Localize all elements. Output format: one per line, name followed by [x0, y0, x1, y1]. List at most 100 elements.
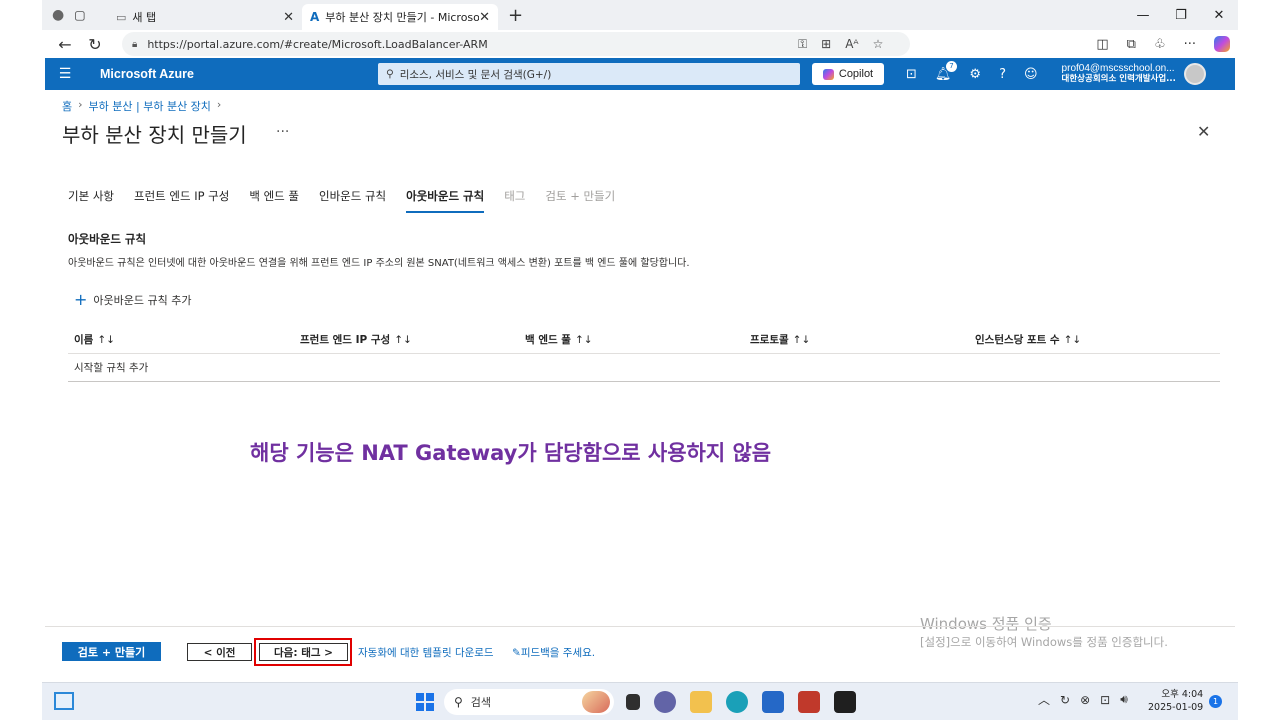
tab-outbound-rules[interactable]: 아웃바운드 규칙 [406, 188, 485, 213]
feedback-icon[interactable]: ☺ [1024, 67, 1038, 82]
wizard-tabs: 기본 사항 프런트 엔드 IP 구성 백 엔드 풀 인바운드 규칙 아웃바운드 … [68, 188, 635, 213]
profile-icon[interactable]: ● [52, 7, 64, 23]
tab-new-tab[interactable]: ▭ 새 탭 ✕ [108, 4, 302, 30]
column-header-backend-pool[interactable]: 백 엔드 풀 ↑↓ [519, 332, 744, 347]
add-outbound-rule-button[interactable]: + 아웃바운드 규칙 추가 [74, 290, 191, 309]
tab-actions-icon[interactable]: ▢ [74, 8, 85, 22]
breadcrumb-load-balancing[interactable]: 부하 분산 | 부하 분산 장치 [89, 98, 211, 114]
clock-date: 2025-01-09 [1148, 702, 1204, 713]
user-org: 대한상공회의소 인력개발사업... [1061, 74, 1176, 84]
azure-brand[interactable]: Microsoft Azure [100, 67, 378, 81]
azure-logo-icon: A [310, 10, 320, 24]
status-x-icon[interactable]: ⊗ [1080, 693, 1090, 707]
clock[interactable]: 오후 4:04 2025-01-09 [1148, 688, 1203, 714]
tab-backend-pools[interactable]: 백 엔드 풀 [249, 188, 299, 213]
collections-icon[interactable]: ⧉ [1127, 37, 1136, 52]
file-explorer-icon[interactable] [690, 691, 712, 713]
sort-icon: ↑↓ [792, 334, 811, 346]
snipping-tool-icon[interactable] [798, 691, 820, 713]
tab-frontend-ip[interactable]: 프런트 엔드 IP 구성 [134, 188, 229, 213]
back-icon[interactable]: ← [50, 35, 80, 54]
tab-load-balancer[interactable]: A 부하 분산 장치 만들기 - Microsof ✕ [302, 4, 498, 30]
account-menu[interactable]: prof04@mscsschool.on... 대한상공회의소 인력개발사업..… [1062, 63, 1176, 85]
close-blade-icon[interactable]: ✕ [1197, 122, 1210, 141]
copilot-button[interactable]: Copilot [812, 63, 884, 85]
notification-badge: 7 [946, 60, 957, 72]
network-icon[interactable]: ⊡ [1100, 693, 1110, 707]
column-header-protocol[interactable]: 프로토콜 ↑↓ [744, 332, 969, 347]
column-header-frontend-ip[interactable]: 프런트 엔드 IP 구성 ↑↓ [294, 332, 519, 347]
url-text: https://portal.azure.com/#create/Microso… [147, 37, 488, 51]
breadcrumb-home[interactable]: 홈 [62, 98, 72, 114]
search-icon: ⚲ [454, 695, 463, 709]
column-header-ports-per-instance[interactable]: 인스턴스당 포트 수 ↑↓ [969, 332, 1209, 347]
search-placeholder: 리소스, 서비스 및 문서 검색(G+/) [399, 68, 552, 81]
url-field[interactable]: 🔒︎ https://portal.azure.com/#create/Micr… [122, 32, 910, 56]
apps-icon[interactable]: ⊞ [821, 37, 831, 51]
terminal-icon[interactable] [834, 691, 856, 713]
settings-gear-icon[interactable]: ⚙ [969, 67, 981, 82]
review-create-button[interactable]: 검토 + 만들기 [62, 642, 161, 661]
section-description: 아웃바운드 규칙은 인터넷에 대한 아웃바운드 연결을 위해 프런트 엔드 IP… [68, 258, 690, 269]
feedback-link[interactable]: ✎피드백을 주세요. [512, 645, 595, 660]
start-windows-icon[interactable] [416, 693, 434, 711]
notification-badge[interactable]: 1 [1209, 695, 1222, 708]
search-highlight-image [582, 691, 610, 713]
widgets-icon[interactable] [54, 692, 74, 710]
window-close-icon[interactable]: ✕ [1200, 8, 1238, 23]
tab-basics[interactable]: 기본 사항 [68, 188, 114, 213]
tab-review-create[interactable]: 검토 + 만들기 [545, 188, 615, 213]
restore-icon[interactable]: ❐ [1162, 8, 1200, 23]
sort-icon: ↑↓ [1063, 334, 1082, 346]
section-title: 아웃바운드 규칙 [68, 232, 147, 246]
chevron-right-icon: › [78, 98, 83, 111]
feedback-icon: ✎ [512, 647, 521, 659]
previous-button[interactable]: < 이전 [187, 643, 252, 661]
tab-strip: ● ▢ ▭ 새 탭 ✕ A 부하 분산 장치 만들기 - Microsof ✕ … [42, 0, 1238, 30]
global-search-input[interactable]: ⚲ 리소스, 서비스 및 문서 검색(G+/) [378, 63, 800, 85]
volume-icon[interactable]: 🔊︎ [1120, 692, 1128, 707]
tab-label: 부하 분산 장치 만들기 - Microsof [325, 11, 480, 24]
activation-watermark-text: [설정]으로 이동하여 Windows를 정품 인증합니다. [920, 635, 1168, 649]
next-tags-button[interactable]: 다음: 태그 > [259, 643, 348, 661]
more-options-icon[interactable]: ··· [276, 124, 289, 140]
split-screen-icon[interactable]: ◫ [1096, 37, 1108, 52]
more-icon[interactable]: ··· [1184, 37, 1196, 52]
edge-browser-icon[interactable] [726, 691, 748, 713]
close-tab-icon[interactable]: ✕ [479, 10, 490, 25]
column-header-name[interactable]: 이름 ↑↓ [68, 332, 294, 347]
key-icon[interactable]: ⚿ [798, 37, 807, 52]
azure-top-bar: ☰ Microsoft Azure ⚲ 리소스, 서비스 및 문서 검색(G+/… [45, 58, 1235, 90]
favorite-star-icon[interactable]: ☆ [873, 37, 884, 51]
new-tab-page-icon: ▭ [116, 10, 127, 24]
sort-icon: ↑↓ [394, 334, 412, 346]
task-view-icon[interactable] [626, 694, 640, 710]
refresh-icon[interactable]: ↻ [80, 35, 110, 54]
copilot-sidebar-icon[interactable] [1214, 36, 1230, 52]
sort-icon: ↑↓ [97, 334, 115, 346]
extensions-icon[interactable]: ♧ [1154, 37, 1166, 52]
taskbar-search[interactable]: ⚲ 검색 [444, 689, 614, 715]
avatar[interactable] [1183, 63, 1206, 85]
taskbar: ⚲ 검색 ︿ ↻ ⊗ ⊡ 🔊︎ 오후 4:04 2025-01-09 1 [42, 682, 1238, 720]
user-email: prof04@mscsschool.on... [1061, 63, 1175, 74]
tab-inbound-rules[interactable]: 인바운드 규칙 [319, 188, 386, 213]
activation-watermark-title: Windows 정품 인증 [920, 615, 1052, 633]
sync-icon[interactable]: ↻ [1060, 693, 1070, 707]
chevron-up-icon[interactable]: ︿ [1038, 691, 1050, 708]
cloud-shell-icon[interactable]: ⊡ [906, 67, 917, 82]
copilot-icon [822, 68, 834, 80]
minimize-icon[interactable]: — [1124, 8, 1162, 23]
download-template-link[interactable]: 자동화에 대한 템플릿 다운로드 [358, 645, 494, 660]
teams-chat-icon[interactable] [654, 691, 676, 713]
store-icon[interactable] [762, 691, 784, 713]
new-tab-icon[interactable]: + [508, 5, 523, 26]
empty-table-row: 시작할 규칙 추가 [68, 354, 1220, 382]
close-tab-icon[interactable]: ✕ [283, 10, 294, 25]
read-aloud-icon[interactable]: Aᴬ [845, 37, 858, 51]
search-icon: ⚲ [386, 68, 394, 80]
help-icon[interactable]: ? [999, 67, 1006, 82]
hamburger-menu-icon[interactable]: ☰ [45, 66, 85, 82]
tab-tags[interactable]: 태그 [504, 188, 525, 213]
add-rule-label: 아웃바운드 규칙 추가 [93, 293, 192, 307]
